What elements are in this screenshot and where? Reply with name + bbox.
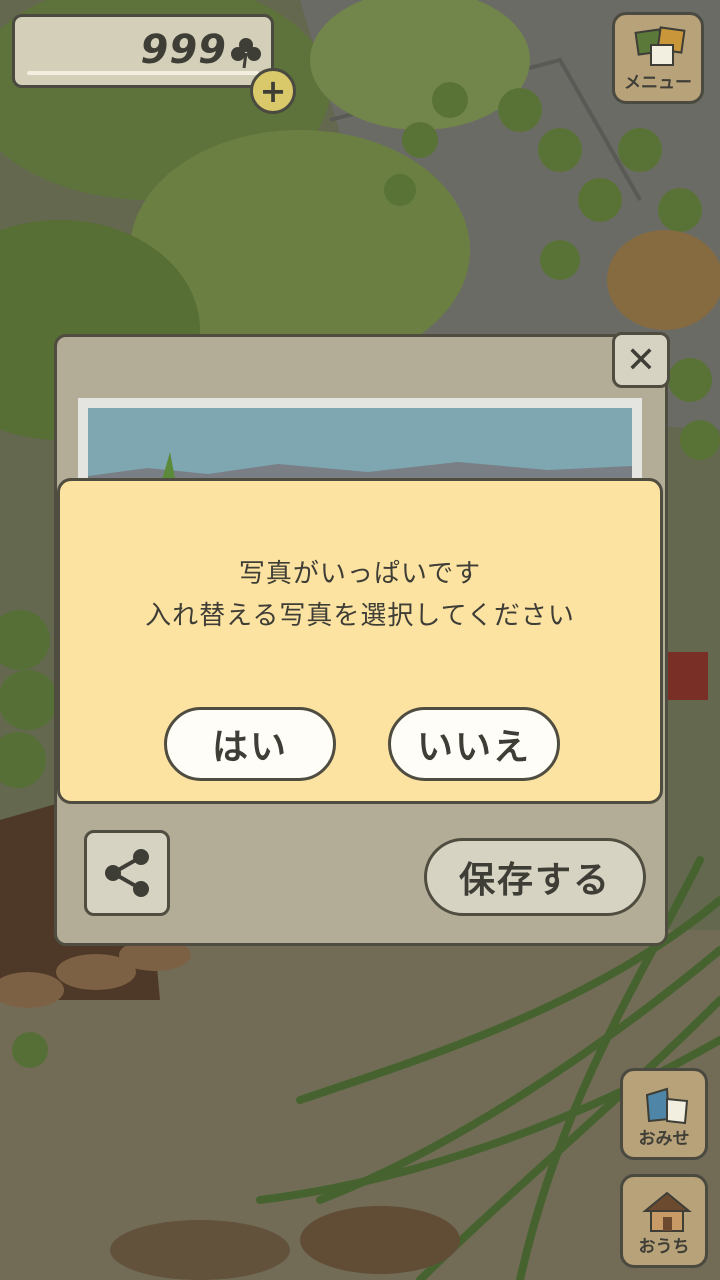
shop-bag-icon (645, 1087, 689, 1125)
counter-bar (27, 71, 259, 75)
home-label: おうち (638, 1237, 690, 1257)
clover-counter: 999 (12, 14, 274, 88)
menu-icon (634, 26, 686, 66)
photo-full-dialog: 写真がいっぱいです 入れ替える写真を選択してください はい いいえ (57, 478, 663, 804)
house-icon (642, 1191, 692, 1232)
clover-count: 999 (140, 27, 227, 73)
yes-button[interactable]: はい (164, 707, 336, 781)
no-button[interactable]: いいえ (388, 707, 560, 781)
share-icon (105, 849, 149, 897)
menu-label: メニュー (624, 73, 692, 93)
close-icon: ✕ (625, 339, 657, 381)
dialog-message-line1: 写真がいっぱいです (238, 559, 482, 589)
shop-label: おみせ (638, 1129, 690, 1149)
home-button[interactable]: おうち (620, 1174, 708, 1268)
close-button[interactable]: ✕ (612, 332, 670, 388)
menu-button[interactable]: メニュー (612, 12, 704, 104)
shop-button[interactable]: おみせ (620, 1068, 708, 1160)
add-clover-button[interactable]: + (250, 68, 296, 114)
dialog-message-line2: 入れ替える写真を選択してください (145, 601, 575, 631)
save-button[interactable]: 保存する (424, 838, 646, 916)
share-button[interactable] (84, 830, 170, 916)
clover-icon (231, 38, 261, 69)
plus-icon: + (259, 72, 287, 110)
